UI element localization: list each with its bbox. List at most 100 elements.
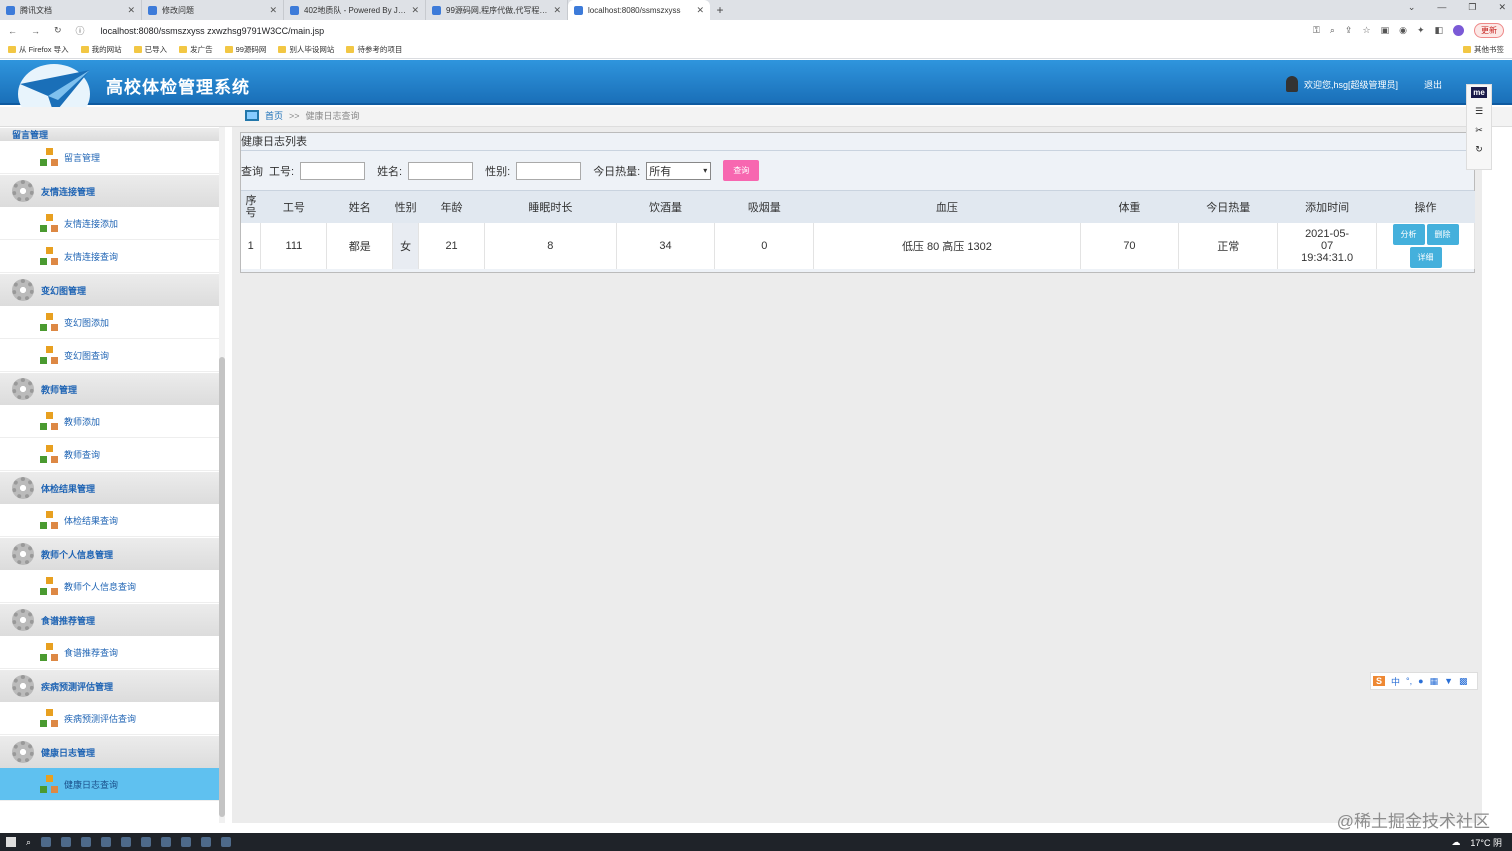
app-icon[interactable]	[121, 837, 132, 847]
close-tab-icon[interactable]: ✕	[411, 5, 419, 16]
sidebar-item[interactable]: 留言管理	[0, 141, 219, 174]
sidebar-group[interactable]: 健康日志管理	[0, 735, 219, 768]
app-icon[interactable]	[221, 837, 232, 847]
camera-icon[interactable]: ◉	[1399, 25, 1407, 36]
sidebar-item[interactable]: 健康日志查询	[0, 768, 219, 801]
sex-input[interactable]	[516, 161, 582, 180]
app-icon[interactable]	[61, 837, 72, 847]
logout-link[interactable]: 退出	[1424, 78, 1442, 91]
bookmark-item[interactable]: 发广告	[179, 44, 213, 55]
other-bookmarks[interactable]: 其他书签	[1463, 44, 1512, 55]
browser-tab[interactable]: 腾讯文档 ✕	[0, 0, 142, 20]
puzzle-icon[interactable]: ✦	[1417, 25, 1425, 36]
sidepanel-icon[interactable]: ◧	[1434, 25, 1443, 36]
app-icon[interactable]	[41, 837, 52, 847]
search-button[interactable]: 查询	[723, 160, 760, 181]
ime-logo[interactable]: S	[1373, 676, 1386, 686]
breadcrumb-home[interactable]: 首页	[265, 109, 283, 122]
close-icon[interactable]: ✕	[1498, 2, 1506, 13]
sidebar: 留言管理 留言管理 友情连接管理 友情连接添加 友情连接查询 变幻图管理 变幻图添加 变幻图…	[0, 127, 225, 823]
column-header: 体重	[1080, 191, 1179, 223]
bookmark-item[interactable]: 99源码网	[224, 44, 266, 55]
punct-icon[interactable]: °,	[1406, 676, 1412, 686]
sidebar-item[interactable]: 变幻图添加	[0, 306, 219, 339]
url-input[interactable]: localhost:8080/ssmszxyss zxwzhsg9791W3CC…	[101, 26, 325, 36]
skin-icon[interactable]: ▼	[1444, 676, 1453, 686]
bookmark-item[interactable]: 已导入	[133, 44, 167, 55]
sidebar-group[interactable]: 变幻图管理	[0, 273, 219, 306]
column-header: 饮酒量	[616, 191, 715, 223]
sidebar-item[interactable]: 教师查询	[0, 438, 219, 471]
browser-tab[interactable]: 402地质队 - Powered By J2eeFAST✕	[284, 0, 426, 20]
sidebar-group[interactable]: 疾病预测评估管理	[0, 669, 219, 702]
bookmark-item[interactable]: 待参考的项目	[346, 44, 402, 55]
detail-button[interactable]: 详细	[1409, 247, 1442, 268]
sidebar-item[interactable]: 友情连接查询	[0, 240, 219, 273]
app-icon[interactable]	[101, 837, 112, 847]
app-icon[interactable]	[181, 837, 192, 847]
info-icon[interactable]: ⓘ	[76, 24, 85, 37]
me-badge[interactable]: me	[1471, 87, 1487, 98]
heat-select[interactable]: 所有 ▾	[646, 161, 712, 180]
key-icon[interactable]: ⚿	[1313, 25, 1320, 36]
close-tab-icon[interactable]: ✕	[553, 5, 561, 16]
profile-avatar[interactable]	[1453, 25, 1464, 36]
delete-button[interactable]: 删除	[1426, 224, 1459, 245]
sidebar-item[interactable]: 变幻图查询	[0, 339, 219, 372]
restore-icon[interactable]: ❐	[1468, 2, 1476, 13]
close-tab-icon[interactable]: ✕	[269, 5, 277, 16]
bookmark-item[interactable]: 我的网站	[80, 44, 122, 55]
browser-tab[interactable]: localhost:8080/ssmszxyss ✕	[568, 0, 710, 20]
sidebar-item[interactable]: 教师个人信息查询	[0, 570, 219, 603]
sidebar-group[interactable]: 教师个人信息管理	[0, 537, 219, 570]
sidebar-group[interactable]: 食谱推荐管理	[0, 603, 219, 636]
app-icon[interactable]	[81, 837, 92, 847]
cell-weight: 70	[1080, 223, 1180, 269]
app-icon[interactable]	[141, 837, 152, 847]
star-icon[interactable]: ☆	[1362, 25, 1370, 36]
sidebar-item[interactable]: 教师添加	[0, 405, 219, 438]
sidebar-item[interactable]: 疾病预测评估查询	[0, 702, 219, 735]
menu-icon[interactable]: ☰	[1475, 106, 1483, 117]
keyboard-icon[interactable]: ▦	[1430, 676, 1439, 687]
sidebar-group[interactable]: 友情连接管理	[0, 174, 219, 207]
browser-tab[interactable]: 99源码网,程序代做,代写程序代码✕	[426, 0, 568, 20]
sidebar-group[interactable]: 体检结果管理	[0, 471, 219, 504]
bookmark-item[interactable]: 从 Firefox 导入	[8, 44, 69, 55]
share-icon[interactable]: ⇪	[1345, 25, 1353, 36]
new-tab-button[interactable]: +	[710, 0, 730, 20]
gonghao-input[interactable]	[300, 161, 366, 180]
minimize-icon[interactable]: —	[1437, 2, 1446, 13]
extension-icon[interactable]: ▣	[1381, 25, 1390, 36]
sidebar-scrollbar[interactable]	[219, 127, 225, 823]
grid-icon[interactable]: ▩	[1459, 676, 1468, 687]
weather-text[interactable]: 17°C 阴	[1470, 836, 1502, 849]
tools-icon[interactable]: ✂	[1475, 125, 1483, 136]
sidebar-group[interactable]: 教师管理	[0, 372, 219, 405]
name-input[interactable]	[408, 161, 474, 180]
refresh-icon[interactable]: ↻	[1475, 144, 1483, 155]
browser-tab[interactable]: 修改问题 ✕	[142, 0, 284, 20]
sidebar-item[interactable]: 体检结果查询	[0, 504, 219, 537]
close-tab-icon[interactable]: ✕	[127, 5, 135, 16]
app-title: 高校体检管理系统	[106, 78, 250, 97]
windows-icon[interactable]	[6, 837, 16, 847]
bookmark-item[interactable]: 别人毕设网站	[278, 44, 334, 55]
folder-icon	[80, 46, 89, 53]
zoom-icon[interactable]: ⌕	[1330, 25, 1335, 36]
app-icon[interactable]	[201, 837, 212, 847]
back-icon[interactable]: ←	[8, 26, 17, 36]
forward-icon[interactable]: →	[31, 26, 40, 36]
mic-icon[interactable]: ●	[1418, 676, 1423, 686]
update-button[interactable]: 更新	[1474, 23, 1504, 38]
sidebar-item[interactable]: 食谱推荐查询	[0, 636, 219, 669]
close-tab-icon[interactable]: ✕	[696, 5, 704, 16]
app-icon[interactable]	[161, 837, 172, 847]
search-icon[interactable]: ⌕	[26, 837, 31, 848]
ime-mode[interactable]: 中	[1391, 675, 1400, 688]
analyze-button[interactable]: 分析	[1392, 224, 1425, 245]
reload-icon[interactable]: ↻	[54, 25, 62, 36]
sidebar-group-partial[interactable]: 留言管理	[0, 127, 219, 141]
sidebar-item[interactable]: 友情连接添加	[0, 207, 219, 240]
chevron-down-icon[interactable]: ⌄	[1408, 2, 1416, 13]
